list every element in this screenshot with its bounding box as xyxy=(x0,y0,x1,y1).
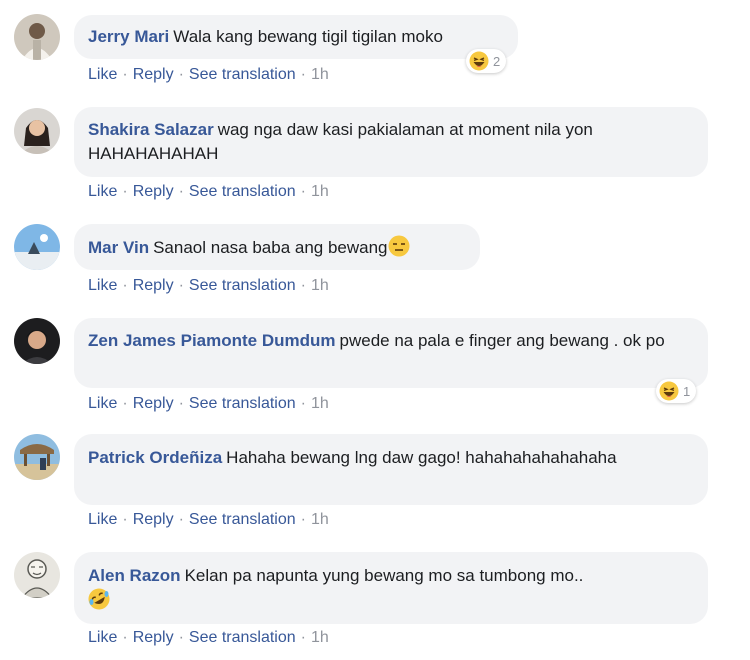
separator: · xyxy=(300,66,306,83)
comment-actions: Like · Reply · See translation · 1h xyxy=(88,276,329,296)
timestamp[interactable]: 1h xyxy=(311,277,329,294)
separator: · xyxy=(122,66,128,83)
see-translation-link[interactable]: See translation xyxy=(189,629,296,646)
comment-actions: Like · Reply · See translation · 1h xyxy=(88,628,329,648)
separator: · xyxy=(300,395,306,412)
separator: · xyxy=(300,629,306,646)
like-button[interactable]: Like xyxy=(88,511,117,528)
comment-bubble: Mar Vin Sanaol nasa baba ang bewang xyxy=(74,224,480,270)
commenter-name[interactable]: Patrick Ordeñiza xyxy=(88,448,222,467)
like-button[interactable]: Like xyxy=(88,629,117,646)
avatar[interactable] xyxy=(14,108,60,154)
like-button[interactable]: Like xyxy=(88,183,117,200)
avatar[interactable] xyxy=(14,14,60,60)
timestamp[interactable]: 1h xyxy=(311,629,329,646)
timestamp[interactable]: 1h xyxy=(311,66,329,83)
avatar[interactable] xyxy=(14,318,60,364)
separator: · xyxy=(178,183,184,200)
reply-button[interactable]: Reply xyxy=(133,183,174,200)
separator: · xyxy=(178,277,184,294)
comment-bubble: Shakira Salazar wag nga daw kasi pakialam… xyxy=(74,107,708,177)
comment-bubble: Zen James Piamonte Dumdum pwede na pala e… xyxy=(74,318,708,388)
see-translation-link[interactable]: See translation xyxy=(189,277,296,294)
separator: · xyxy=(122,511,128,528)
see-translation-link[interactable]: See translation xyxy=(189,66,296,83)
separator: · xyxy=(122,277,128,294)
comment-text: Sanaol nasa baba ang bewang xyxy=(153,238,388,257)
separator: · xyxy=(122,629,128,646)
like-button[interactable]: Like xyxy=(88,395,117,412)
avatar[interactable] xyxy=(14,434,60,480)
expressionless-face-emoji xyxy=(388,235,410,257)
comment-actions: Like · Reply · See translation · 1h xyxy=(88,65,329,85)
commenter-name[interactable]: Alen Razon xyxy=(88,566,181,585)
haha-reaction-icon xyxy=(469,51,489,71)
comment-text: Kelan pa napunta yung bewang mo sa tumbo… xyxy=(184,566,584,585)
like-button[interactable]: Like xyxy=(88,277,117,294)
see-translation-link[interactable]: See translation xyxy=(189,511,296,528)
like-button[interactable]: Like xyxy=(88,66,117,83)
reaction-summary[interactable]: 1 xyxy=(656,379,697,403)
separator: · xyxy=(300,183,306,200)
comment-bubble: Patrick Ordeñiza Hahaha bewang lng daw ga… xyxy=(74,434,708,505)
reaction-count: 1 xyxy=(683,383,691,399)
comment-actions: Like · Reply · See translation · 1h xyxy=(88,182,329,202)
comment-actions: Like · Reply · See translation · 1h xyxy=(88,510,329,530)
avatar[interactable] xyxy=(14,224,60,270)
timestamp[interactable]: 1h xyxy=(311,511,329,528)
separator: · xyxy=(122,395,128,412)
reply-button[interactable]: Reply xyxy=(133,277,174,294)
avatar[interactable] xyxy=(14,552,60,598)
separator: · xyxy=(178,629,184,646)
commenter-name[interactable]: Zen James Piamonte Dumdum xyxy=(88,331,336,350)
reply-button[interactable]: Reply xyxy=(133,629,174,646)
rolling-laughing-emoji xyxy=(88,588,110,610)
separator: · xyxy=(178,511,184,528)
haha-reaction-icon xyxy=(659,381,679,401)
reaction-summary[interactable]: 2 xyxy=(466,49,507,73)
reply-button[interactable]: Reply xyxy=(133,66,174,83)
comment-bubble: Alen Razon Kelan pa napunta yung bewang m… xyxy=(74,552,708,624)
commenter-name[interactable]: Mar Vin xyxy=(88,238,149,257)
comment-text: pwede na pala e finger ang bewang . ok p… xyxy=(339,331,665,350)
comment-text: Wala kang bewang tigil tigilan moko xyxy=(173,27,443,46)
separator: · xyxy=(300,511,306,528)
timestamp[interactable]: 1h xyxy=(311,395,329,412)
separator: · xyxy=(178,66,184,83)
separator: · xyxy=(178,395,184,412)
reaction-count: 2 xyxy=(493,53,501,69)
commenter-name[interactable]: Shakira Salazar xyxy=(88,120,214,139)
reply-button[interactable]: Reply xyxy=(133,395,174,412)
comment-bubble: Jerry Mari Wala kang bewang tigil tigilan… xyxy=(74,15,518,59)
see-translation-link[interactable]: See translation xyxy=(189,183,296,200)
comment-text: Hahaha bewang lng daw gago! hahahahahaha… xyxy=(226,448,617,467)
separator: · xyxy=(300,277,306,294)
see-translation-link[interactable]: See translation xyxy=(189,395,296,412)
comment-actions: Like · Reply · See translation · 1h xyxy=(88,394,329,414)
commenter-name[interactable]: Jerry Mari xyxy=(88,27,169,46)
separator: · xyxy=(122,183,128,200)
timestamp[interactable]: 1h xyxy=(311,183,329,200)
reply-button[interactable]: Reply xyxy=(133,511,174,528)
